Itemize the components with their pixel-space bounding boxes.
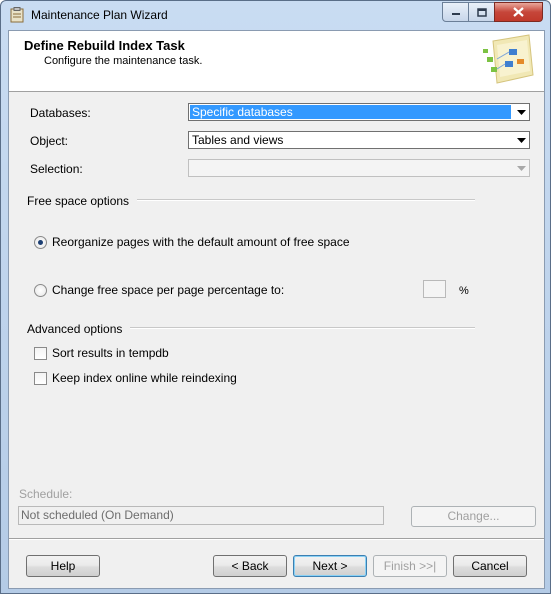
reorganize-option-label[interactable]: Reorganize pages with the default amount…	[52, 235, 350, 249]
cancel-button[interactable]: Cancel	[453, 555, 527, 577]
radio-selected-dot	[38, 240, 43, 245]
schedule-label: Schedule:	[19, 487, 73, 501]
help-button[interactable]: Help	[26, 555, 100, 577]
databases-value: Specific databases	[190, 105, 511, 119]
minimize-icon	[451, 13, 460, 15]
databases-combo[interactable]: Specific databases	[188, 103, 530, 121]
chevron-down-icon[interactable]	[513, 104, 529, 120]
selection-value	[190, 161, 511, 175]
object-combo[interactable]: Tables and views	[188, 131, 530, 149]
minimize-button[interactable]	[442, 2, 469, 22]
group-divider	[99, 199, 475, 201]
change-free-space-radio[interactable]	[34, 284, 47, 297]
keep-online-checkbox[interactable]	[34, 372, 47, 385]
window-title: Maintenance Plan Wizard	[31, 8, 168, 22]
wizard-window: Maintenance Plan Wizard Define Rebuild I…	[0, 0, 551, 594]
page-title: Define Rebuild Index Task	[24, 38, 185, 53]
group-divider	[99, 327, 475, 329]
advanced-group-label: Advanced options	[27, 322, 131, 336]
object-label: Object:	[30, 134, 69, 148]
wizard-graphic-icon	[483, 34, 534, 84]
chevron-down-icon[interactable]	[513, 132, 529, 148]
percent-suffix: %	[459, 285, 469, 297]
selection-combo[interactable]	[188, 159, 530, 177]
dialog-client: Define Rebuild Index Task Configure the …	[8, 30, 545, 589]
selection-label: Selection:	[30, 162, 83, 176]
page-subtitle: Configure the maintenance task.	[44, 55, 203, 67]
object-value: Tables and views	[192, 133, 284, 147]
chevron-down-icon[interactable]	[513, 160, 529, 176]
schedule-field[interactable]: Not scheduled (On Demand)	[18, 506, 384, 525]
change-schedule-button[interactable]: Change...	[411, 506, 536, 527]
change-free-space-option-label[interactable]: Change free space per page percentage to…	[52, 283, 284, 297]
back-button[interactable]: < Back	[213, 555, 287, 577]
reorganize-radio[interactable]	[34, 236, 47, 249]
next-button[interactable]: Next >	[293, 555, 367, 577]
footer-separator	[9, 538, 544, 540]
finish-button[interactable]: Finish >>|	[373, 555, 447, 577]
wizard-header: Define Rebuild Index Task Configure the …	[9, 31, 544, 92]
free-space-group-label: Free space options	[27, 194, 138, 208]
keep-online-label[interactable]: Keep index online while reindexing	[52, 371, 237, 385]
sort-tempdb-label[interactable]: Sort results in tempdb	[52, 346, 169, 360]
databases-label: Databases:	[30, 106, 91, 120]
close-button[interactable]	[494, 2, 543, 22]
sort-tempdb-checkbox[interactable]	[34, 347, 47, 360]
app-icon	[10, 7, 24, 23]
free-space-percent-input[interactable]	[423, 280, 446, 298]
maximize-button[interactable]	[468, 2, 495, 22]
close-icon	[513, 7, 524, 17]
maximize-icon	[476, 7, 487, 17]
title-bar[interactable]: Maintenance Plan Wizard	[1, 1, 550, 30]
